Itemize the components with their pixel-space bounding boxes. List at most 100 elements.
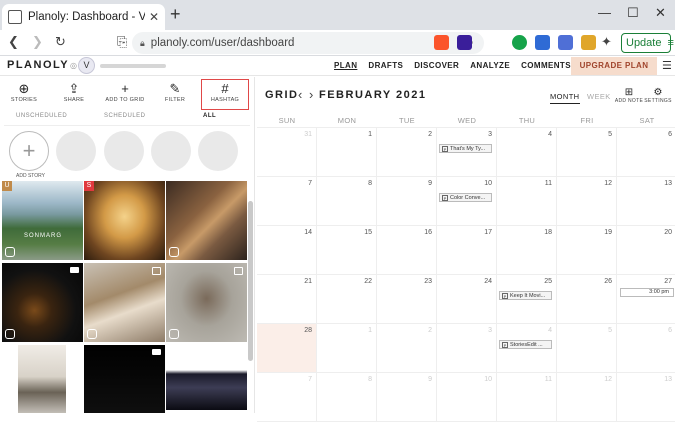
calendar-day[interactable]: 12 [557,373,617,422]
calendar-day[interactable]: 14 [257,226,317,275]
filter-tool[interactable]: ✎ FILTER [155,81,195,103]
next-month-icon[interactable]: › [309,87,313,102]
week-view-tab[interactable]: WEEK [587,92,611,101]
scheduled-post[interactable]: P StoriesEdit ... [499,340,552,349]
nav-discover[interactable]: DISCOVER [414,61,459,70]
tab-all[interactable]: ALL [203,113,216,119]
back-icon[interactable]: ❮ [8,34,19,50]
translate-icon[interactable] [558,35,573,50]
minimize-icon[interactable]: — [598,5,611,20]
calendar-day[interactable]: 19 [557,226,617,275]
bookmark-icon[interactable]: ⎘ [117,34,127,50]
extension-icon[interactable] [535,35,550,50]
extension-icon[interactable] [581,35,596,50]
stories-tool[interactable]: ⊕ STORIES [4,81,44,103]
puzzle-icon[interactable]: ✦ [601,34,612,50]
story-placeholder[interactable] [56,131,96,171]
calendar-day[interactable]: 13 [617,177,675,226]
calendar-day[interactable]: 15 [317,226,377,275]
browser-tab[interactable]: Planoly: Dashboard - Visual planner ✕ [2,4,165,30]
update-button[interactable]: Update ≡ [621,33,674,53]
calendar-day[interactable]: 31 [257,128,317,177]
calendar-day[interactable]: 24 [437,275,497,324]
scheduled-post[interactable]: P Color Conve... [439,193,492,202]
calendar-day[interactable]: 18 [497,226,557,275]
calendar-day[interactable]: 3 P That's My Ty... [437,128,497,177]
calendar-day[interactable]: 4 P StoriesEdit ... [497,324,557,373]
upgrade-button[interactable]: UPGRADE PLAN [571,57,657,75]
calendar-day[interactable]: 10 P Color Conve... [437,177,497,226]
calendar-day[interactable]: 16 [377,226,437,275]
story-placeholder[interactable] [151,131,191,171]
calendar-day[interactable]: 22 [317,275,377,324]
forward-icon[interactable]: ❯ [32,34,43,50]
calendar-day[interactable]: 17 [437,226,497,275]
calendar-day[interactable]: 9 [377,177,437,226]
url-input[interactable]: 🔒︎ planoly.com/user/dashboard ⌕ [132,32,484,54]
reload-icon[interactable]: ↻ [55,34,66,50]
calendar-day[interactable]: 23 [377,275,437,324]
calendar-day[interactable]: 6 [617,128,675,177]
add-to-grid-tool[interactable]: + ADD TO GRID [105,81,145,103]
calendar-day[interactable]: 25 P Keep It Movi... [497,275,557,324]
calendar-day[interactable]: 6 [617,324,675,373]
settings-button[interactable]: ⚙ SETTINGS [641,87,675,104]
calendar-day[interactable]: 11 [497,177,557,226]
calendar-day[interactable]: 20 [617,226,675,275]
close-tab-icon[interactable]: ✕ [149,10,159,24]
media-thumbnail[interactable]: S [84,181,165,260]
month-view-tab[interactable]: MONTH [550,92,580,104]
share-tool[interactable]: ⇪ SHARE [54,81,94,103]
calendar-day[interactable]: 4 [497,128,557,177]
nav-drafts[interactable]: DRAFTS [368,61,403,70]
brave-shield-icon[interactable] [434,35,449,50]
add-story-button[interactable]: + [9,131,49,171]
calendar-day[interactable]: 2 [377,324,437,373]
calendar-day[interactable]: 13 [617,373,675,422]
nav-plan[interactable]: PLAN [334,61,357,70]
media-thumbnail[interactable]: U SONMARG [2,181,83,260]
close-window-icon[interactable]: ✕ [655,5,666,21]
calendar-day[interactable]: 11 [497,373,557,422]
tab-unscheduled[interactable]: UNSCHEDULED [16,113,67,119]
calendar-day[interactable]: 21 [257,275,317,324]
prev-month-icon[interactable]: ‹ [298,87,302,102]
scheduled-post[interactable]: P Keep It Movi... [499,291,552,300]
maximize-icon[interactable]: ☐ [627,5,639,21]
calendar-day[interactable]: 28 [257,324,317,373]
calendar-day[interactable]: 7 [257,373,317,422]
time-slot[interactable]: 3:00 pm [620,288,674,297]
calendar-day[interactable]: 1 [317,128,377,177]
media-thumbnail[interactable] [84,345,165,413]
media-thumbnail[interactable] [2,345,83,413]
calendar-day[interactable]: 5 [557,324,617,373]
media-thumbnail[interactable] [166,181,247,260]
media-thumbnail[interactable] [2,263,83,342]
calendar-day[interactable]: 9 [377,373,437,422]
calendar-day[interactable]: 10 [437,373,497,422]
logo[interactable]: PLANOLY [7,59,69,71]
media-thumbnail[interactable] [84,263,165,342]
media-thumbnail[interactable] [166,345,247,413]
story-placeholder[interactable] [198,131,238,171]
avatar[interactable]: V [78,57,95,74]
calendar-day[interactable]: 8 [317,373,377,422]
rewards-icon[interactable] [457,35,472,50]
nav-analyze[interactable]: ANALYZE [470,61,510,70]
nav-comments[interactable]: COMMENTS [521,61,571,70]
account-name-blurred[interactable] [100,64,166,68]
media-thumbnail[interactable] [166,263,247,342]
calendar-day[interactable]: 8 [317,177,377,226]
hamburger-menu-icon[interactable]: ☰ [662,59,672,72]
new-tab-icon[interactable]: + [170,4,181,25]
calendar-day[interactable]: 12 [557,177,617,226]
story-placeholder[interactable] [104,131,144,171]
calendar-day[interactable]: 3 [437,324,497,373]
scrollbar[interactable] [248,201,253,361]
calendar-day[interactable]: 5 [557,128,617,177]
calendar-day[interactable]: 27 3:00 pm [617,275,675,324]
calendar-day[interactable]: 7 [257,177,317,226]
scheduled-post[interactable]: P That's My Ty... [439,144,492,153]
calendar-day[interactable]: 1 [317,324,377,373]
grammarly-icon[interactable] [512,35,527,50]
